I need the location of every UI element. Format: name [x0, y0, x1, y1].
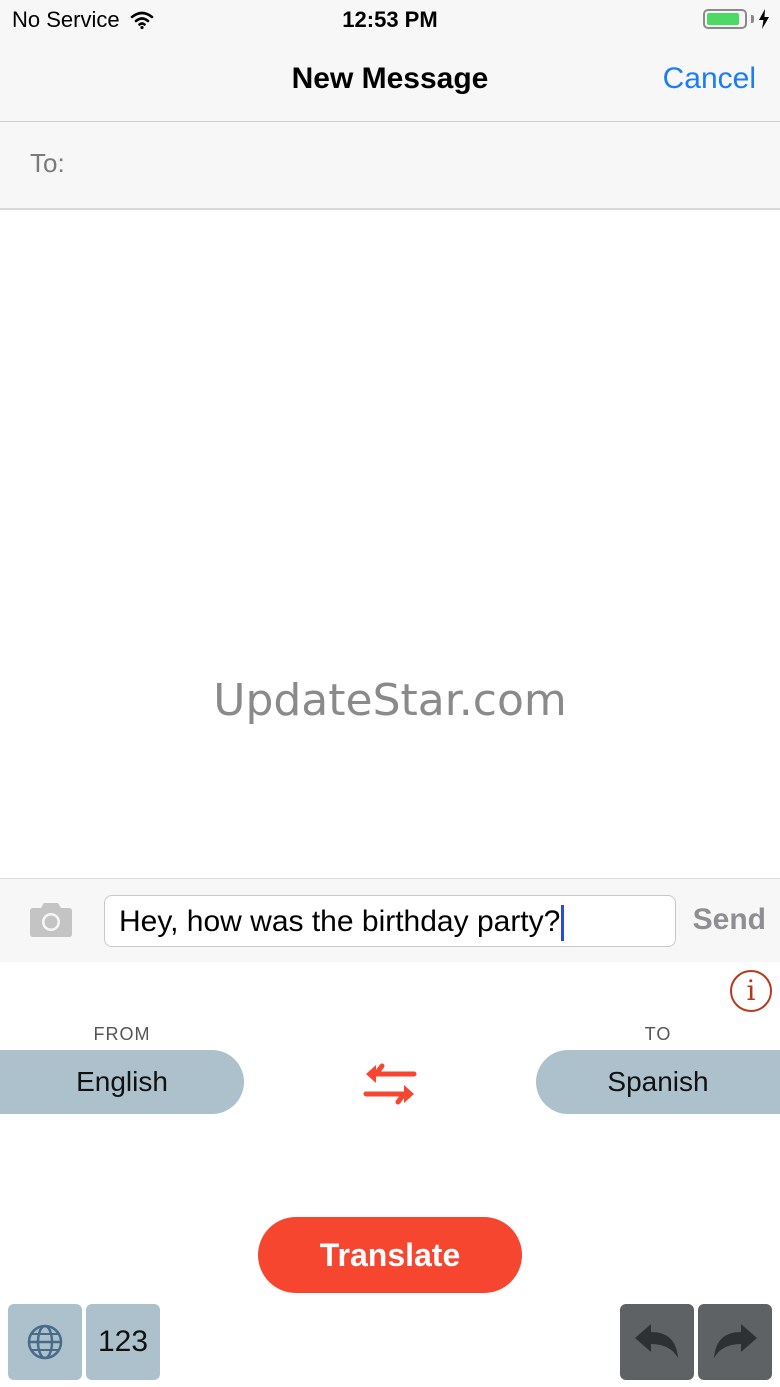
charging-bolt-icon: [759, 9, 769, 29]
translate-button[interactable]: Translate: [258, 1217, 522, 1293]
watermark: UpdateStar.com: [213, 675, 567, 726]
numbers-key[interactable]: 123: [86, 1304, 160, 1380]
message-input[interactable]: Hey, how was the birthday party?: [104, 895, 676, 947]
info-icon[interactable]: i: [730, 970, 772, 1012]
message-thread-area: UpdateStar.com: [0, 210, 780, 878]
message-text: Hey, how was the birthday party?: [119, 905, 561, 938]
swap-arrows-icon[interactable]: [360, 1060, 420, 1108]
nav-bar: New Message Cancel: [0, 40, 780, 122]
undo-key[interactable]: [620, 1304, 694, 1380]
redo-icon: [714, 1324, 757, 1358]
to-label: TO: [644, 1024, 672, 1044]
redo-key[interactable]: [698, 1304, 772, 1380]
from-language-button[interactable]: English: [0, 1050, 244, 1114]
camera-icon[interactable]: [26, 901, 76, 939]
battery-tip: [751, 15, 754, 23]
status-right: [703, 9, 770, 29]
cancel-button[interactable]: Cancel: [663, 62, 756, 96]
recipient-field[interactable]: To:: [0, 122, 780, 210]
globe-icon: [27, 1324, 63, 1360]
text-caret: [561, 905, 565, 942]
status-bar: No Service 12:53 PM: [0, 0, 780, 40]
battery-icon: [703, 9, 747, 29]
translator-keyboard: i FROM TO English Spanish Translate 123: [0, 962, 780, 1387]
status-time: 12:53 PM: [342, 7, 438, 32]
globe-key[interactable]: [8, 1304, 82, 1380]
from-label: FROM: [93, 1024, 151, 1044]
battery-fill: [707, 13, 740, 25]
send-button[interactable]: Send: [693, 903, 766, 937]
undo-icon: [635, 1324, 678, 1358]
to-language-button[interactable]: Spanish: [536, 1050, 780, 1114]
message-input-bar: Hey, how was the birthday party? Send: [0, 878, 780, 962]
recipient-label: To:: [30, 148, 65, 178]
